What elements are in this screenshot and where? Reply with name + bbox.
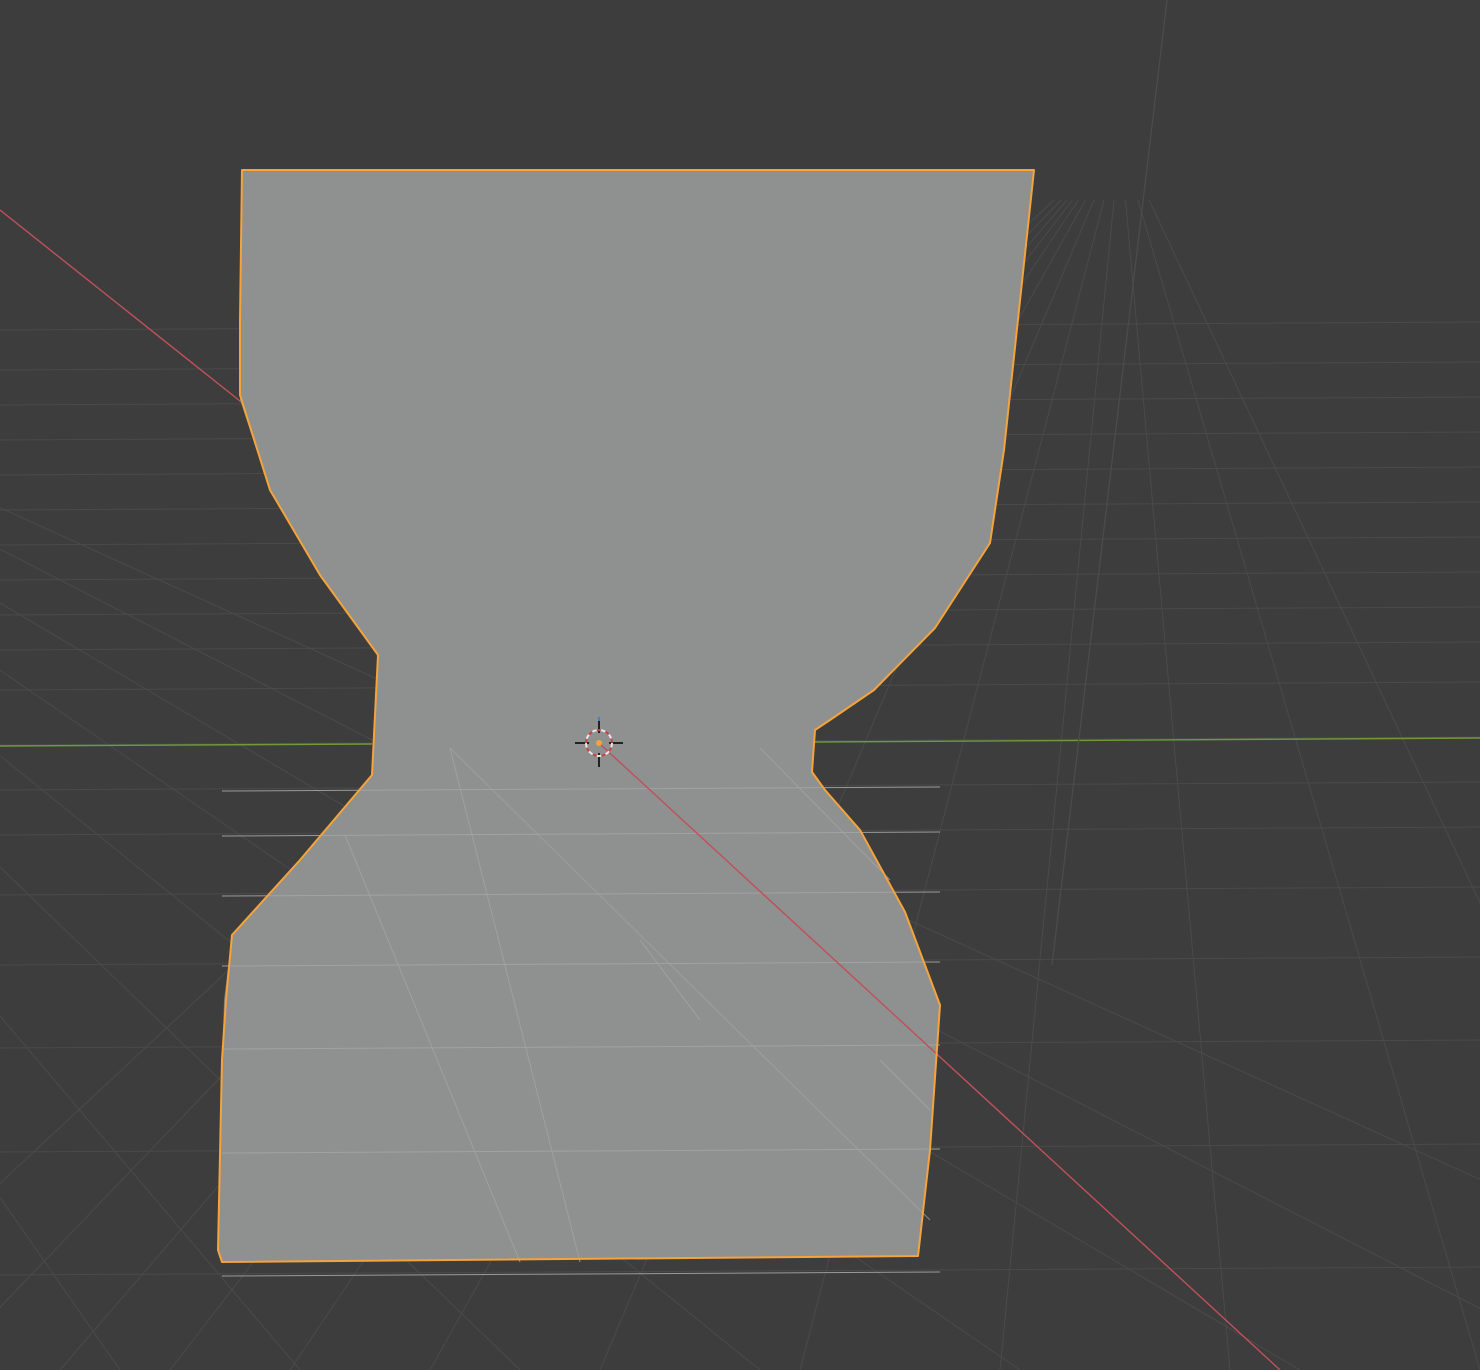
grid-edge-line [1051, 0, 1168, 966]
viewport-canvas[interactable] [0, 0, 1480, 1370]
3d-viewport[interactable] [0, 0, 1480, 1370]
grid-line [0, 1196, 121, 1370]
grid-line [221, 1271, 941, 1277]
grid-line [1137, 199, 1480, 1370]
selected-mesh-object[interactable] [218, 170, 1034, 1262]
grid-line [1125, 199, 1231, 1370]
x-axis-line [0, 209, 246, 406]
grid-line [1148, 199, 1480, 905]
grid-line [0, 1266, 1480, 1276]
